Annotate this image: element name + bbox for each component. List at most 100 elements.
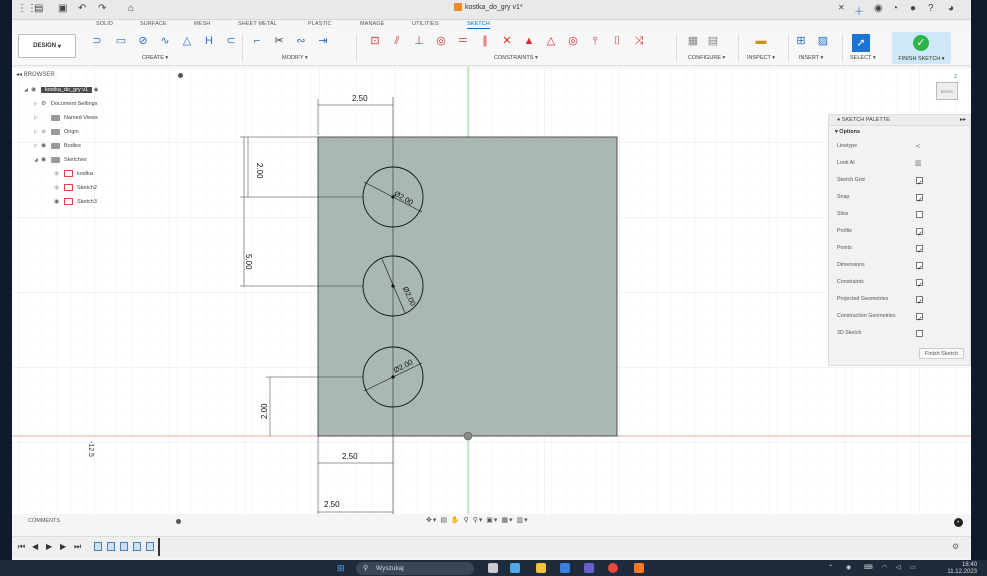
chevron-down-icon[interactable]: ◢ [24,85,31,96]
expand-icon[interactable]: ▸▸ [960,115,966,126]
extensions-icon[interactable]: ◉ [874,3,883,14]
chevron-right-icon[interactable]: ▷ [34,99,41,110]
undo-icon[interactable]: ↶ [78,3,86,14]
wifi-icon[interactable]: ◠ [882,564,887,571]
clock[interactable]: 18:40 11.12.2023 [947,562,977,576]
arc-icon[interactable]: ∿ [158,34,172,48]
job-status-icon[interactable]: ◔ [892,3,898,14]
timeline-feature[interactable] [133,542,141,551]
tab-surface[interactable]: SURFACE [140,21,167,27]
modify-group-label[interactable]: MODIFY ▾ [282,55,308,61]
pan-icon[interactable]: ✋ [451,517,461,524]
spline-icon[interactable]: ⊂ [224,34,238,48]
configure-group-label[interactable]: CONFIGURE ▾ [688,55,725,61]
midpoint-icon[interactable]: △ [544,34,558,48]
option-checkbox[interactable] [916,243,923,260]
trim-icon[interactable]: ✂ [272,34,286,48]
tab-solid[interactable]: SOLID [96,21,113,27]
task-view-icon[interactable] [488,563,498,573]
timeline-feature[interactable] [146,542,154,551]
palette-option-row[interactable]: Points [829,240,970,260]
tab-plastic[interactable]: PLASTIC [308,21,332,27]
dimension-below-1[interactable]: 2.50 [342,452,358,461]
insert-derive-icon[interactable]: ⊞ [794,34,808,48]
dimension-left-short[interactable]: 2.00 [255,163,264,179]
linetype-icon[interactable]: ≺ [915,138,921,155]
tab-sketch[interactable]: SKETCH [467,21,490,29]
eye-icon[interactable]: ◉ [41,141,51,152]
view-cube[interactable]: BACK [936,82,958,100]
palette-option-row[interactable]: Construction Geometries [829,308,970,328]
radio-icon[interactable]: ◉ [94,87,99,93]
save-icon[interactable]: ▣ [58,3,67,14]
sketch-item-kostka[interactable]: ◉ kostka [54,169,93,180]
browser-item-origin[interactable]: ▷ ◉ Origin [34,127,79,138]
browser-item-bodies[interactable]: ▷ ◉ Bodies [34,141,81,152]
palette-header[interactable]: ● SKETCH PALETTE ▸▸ [829,115,970,126]
lock-icon[interactable]: ▲ [522,34,536,48]
tab-utilities[interactable]: UTILITIES [412,21,439,27]
browser-header[interactable]: ◂◂ BROWSER [12,70,187,81]
option-checkbox[interactable] [916,294,923,311]
palette-option-row[interactable]: Linetype ≺ [829,138,970,155]
home-icon[interactable]: ⌂ [128,3,134,14]
horizontal-icon[interactable]: ✕ [500,34,514,48]
browser-item-sketches[interactable]: ◢ ◉ Sketches [34,155,87,166]
dimension-top[interactable]: 2.50 [352,94,368,103]
timeline-feature[interactable] [94,542,102,551]
orbit-icon[interactable]: ✥▾ [426,517,437,524]
slot-icon[interactable]: H [202,34,216,48]
palette-option-row[interactable]: 3D Sketch [829,325,970,342]
configure-table-icon[interactable]: ▦ [686,34,700,48]
eye-icon[interactable]: ◉ [54,169,64,180]
chevron-down-icon[interactable]: ◢ [34,155,41,166]
select-cursor-icon[interactable]: ➚ [852,34,870,52]
dimension-bottom-left[interactable]: 2.00 [260,403,269,419]
vscode-icon[interactable] [560,563,570,573]
option-checkbox[interactable] [916,175,923,192]
collinear-icon[interactable]: ⫽ [390,34,404,48]
windows-start-icon[interactable]: ⊞ [337,563,345,574]
inspect-group-label[interactable]: INSPECT ▾ [747,55,775,61]
collapse-icon[interactable]: ◂◂ [16,72,24,78]
avatar[interactable]: ◕ [948,3,954,14]
look-at-icon[interactable]: ▥ [915,155,922,172]
extend-icon[interactable]: ∾ [294,34,308,48]
chevron-right-icon[interactable]: ▷ [34,141,41,152]
previous-step-icon[interactable]: ◀ [32,542,38,551]
parallel-icon[interactable]: ∥ [478,34,492,48]
line-icon[interactable]: ⊃ [90,34,104,48]
options-section-header[interactable]: ▾ Options [829,126,970,138]
comments-panel[interactable]: COMMENTS [12,516,187,527]
option-checkbox[interactable] [916,330,923,337]
create-group-label[interactable]: CREATE ▾ [142,55,168,61]
symmetry-icon[interactable]: ⫯ [588,34,602,48]
palette-option-row[interactable]: Profile [829,223,970,243]
look-at-icon[interactable]: ▤ [440,517,448,524]
fusion-taskbar-icon[interactable] [634,563,644,573]
browser-root-item[interactable]: ◢ ◉ kostka_do_gry v1 ◉ [24,85,98,96]
smooth-icon[interactable]: ⤨ [632,34,646,48]
measure-icon[interactable]: ▬ [754,34,768,48]
palette-option-row[interactable]: Projected Geometries [829,291,970,311]
file-icon[interactable]: ▤ [34,3,43,14]
sketch-item-sketch3[interactable]: ◉ Sketch3 [54,197,97,208]
equal-icon[interactable]: ＝ [456,34,470,48]
widget-icon[interactable] [510,563,520,573]
file-explorer-icon[interactable] [536,563,546,573]
concentric-icon[interactable]: ◎ [566,34,580,48]
play-icon[interactable]: ▶ [46,542,52,551]
origin-marker[interactable] [463,431,473,441]
workspace-dropdown[interactable]: DESIGN ▾ [18,34,76,58]
pin-icon[interactable] [176,519,181,524]
perpendicular-icon[interactable]: ⊥ [412,34,426,48]
viewports-icon[interactable]: ▥▾ [516,517,528,524]
option-checkbox[interactable] [916,260,923,277]
curvature-icon[interactable]: ⌷ [610,34,624,48]
offset-icon[interactable]: ⇥ [316,34,330,48]
chat-icon[interactable]: ◐ [954,518,963,527]
dimension-left-long[interactable]: 5.00 [244,254,253,270]
timeline-feature[interactable] [120,542,128,551]
tangent-icon[interactable]: ◎ [434,34,448,48]
last-step-icon[interactable]: ⏭ [74,542,81,552]
